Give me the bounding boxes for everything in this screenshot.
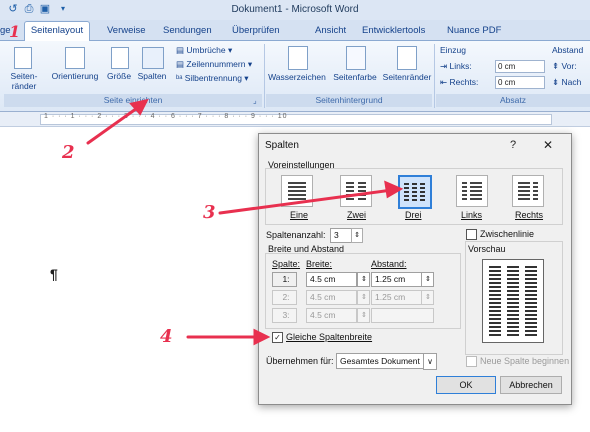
annotation-number-4: 4	[160, 326, 173, 347]
annotation-number-2: 2	[62, 142, 75, 163]
annotation-number-3: 3	[203, 202, 216, 223]
annotation-number-1: 1	[9, 22, 21, 41]
annotation-arrows	[86, 98, 404, 346]
arrow-3-line	[218, 188, 394, 215]
arrow-2-line	[86, 104, 142, 145]
arrow-4-head	[253, 328, 271, 346]
arrow-3-head	[384, 180, 404, 199]
